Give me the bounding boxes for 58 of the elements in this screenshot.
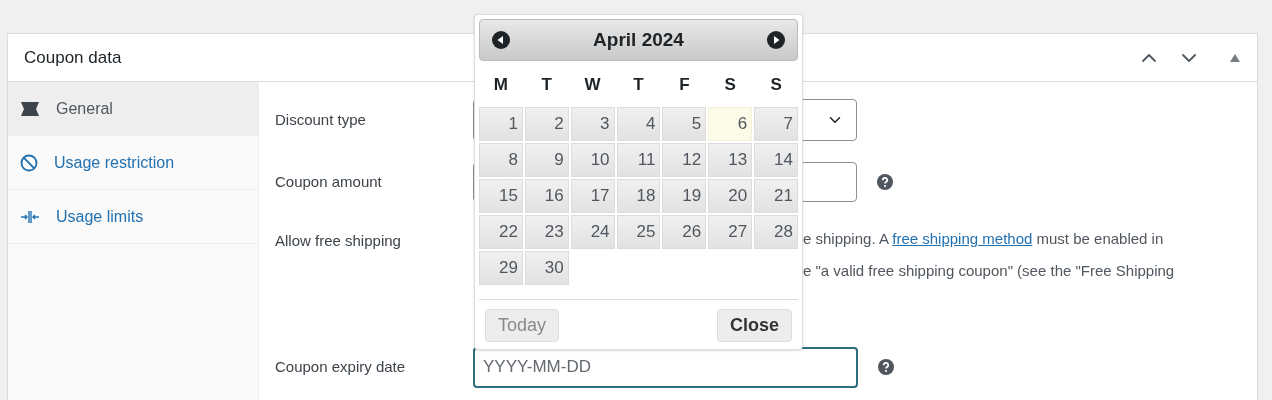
day-cell[interactable]: 14 — [754, 143, 798, 177]
arrows-inward-icon — [20, 209, 40, 224]
day-cell[interactable]: 30 — [524, 251, 569, 285]
day-cell[interactable]: 8 — [479, 143, 523, 177]
previous-icon[interactable] — [492, 31, 510, 49]
description-text: e shipping. A free shipping method must be enabled in — [803, 229, 1165, 249]
day-cell[interactable]: 24 — [570, 215, 615, 249]
field-label: Coupon expiry date — [275, 356, 407, 377]
help-icon[interactable] — [877, 174, 893, 190]
field-label: Allow free shipping — [275, 231, 402, 251]
day-cell[interactable]: 23 — [524, 215, 569, 249]
panel-title: Coupon data — [24, 46, 122, 69]
day-cell[interactable]: 27 — [708, 215, 753, 249]
day-cell[interactable]: 25 — [616, 215, 661, 249]
day-cell[interactable]: 1 — [479, 107, 523, 141]
day-cell[interactable]: 22 — [479, 215, 523, 249]
day-cell[interactable]: 20 — [708, 179, 753, 213]
next-icon[interactable] — [767, 31, 785, 49]
day-cell[interactable]: 17 — [570, 179, 615, 213]
day-cell[interactable]: 19 — [662, 179, 707, 213]
day-cell[interactable]: 12 — [662, 143, 707, 177]
day-cell[interactable]: 21 — [754, 179, 798, 213]
sidebar-tab[interactable]: General — [8, 82, 258, 136]
month-title: April 2024 — [593, 27, 684, 52]
day-cell[interactable]: 15 — [479, 179, 523, 213]
ban-icon — [20, 153, 38, 172]
day-cell[interactable]: 29 — [479, 251, 523, 285]
help-icon[interactable] — [878, 359, 894, 375]
weekday-label: T — [632, 74, 645, 97]
collapse-icon[interactable] — [1229, 52, 1241, 63]
datepicker-button[interactable]: Close — [716, 309, 792, 342]
weekday-label: M — [492, 74, 509, 97]
day-cell[interactable]: 3 — [570, 107, 615, 141]
field-label: Coupon amount — [275, 171, 383, 192]
day-cell[interactable]: 9 — [524, 143, 569, 177]
day-cell[interactable]: 4 — [616, 107, 661, 141]
field-label: Discount type — [275, 109, 367, 130]
description-text: e "a valid free shipping coupon" (see the "Free Shipping — [803, 261, 1175, 281]
day-cell[interactable]: 18 — [616, 179, 661, 213]
day-cell[interactable]: 10 — [570, 143, 615, 177]
weekday-label: T — [540, 74, 553, 97]
ticket-icon — [20, 100, 40, 117]
day-cell[interactable]: 13 — [708, 143, 753, 177]
weekday-label: S — [769, 74, 783, 97]
day-cell[interactable]: 16 — [524, 179, 569, 213]
day-cell[interactable]: 7 — [754, 107, 798, 141]
day-cell[interactable]: 28 — [754, 215, 798, 249]
weekday-label: S — [723, 74, 737, 97]
day-cell[interactable]: 2 — [524, 107, 569, 141]
sidebar-tab[interactable]: Usage limits — [8, 190, 258, 244]
day-cell[interactable]: 6 — [708, 107, 753, 141]
sidebar-tab[interactable]: Usage restriction — [8, 136, 258, 190]
weekday-label: F — [678, 74, 691, 97]
day-cell[interactable]: 5 — [662, 107, 707, 141]
weekday-label: W — [583, 74, 602, 97]
shipping-method-link[interactable]: free shipping method — [892, 230, 1033, 247]
day-cell[interactable]: 26 — [662, 215, 707, 249]
day-cell[interactable]: 11 — [616, 143, 661, 177]
